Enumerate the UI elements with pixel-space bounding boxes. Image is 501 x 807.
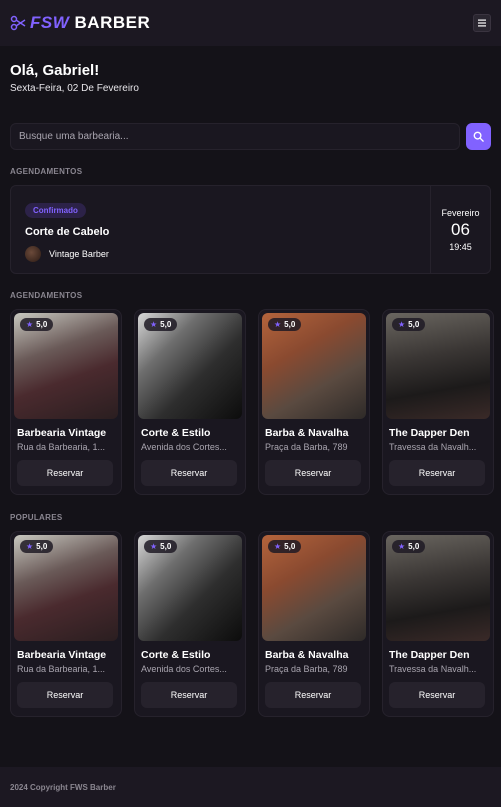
barbershop-card: ★ 5,0 Barbearia Vintage Rua da Barbearia,… — [10, 531, 122, 717]
barbershop-image[interactable]: ★ 5,0 — [138, 313, 242, 419]
status-badge: Confirmado — [25, 203, 86, 218]
barbershop-name: Corte & Estilo — [141, 427, 211, 439]
bookings-section-title: AGENDAMENTOS — [10, 167, 83, 176]
barbershop-card: ★ 5,0 The Dapper Den Travessa da Navalh..… — [382, 309, 494, 495]
barbershop-card: ★ 5,0 Corte & Estilo Avenida dos Cortes..… — [134, 531, 246, 717]
reserve-button[interactable]: Reservar — [265, 460, 361, 486]
star-icon: ★ — [274, 320, 282, 329]
reserve-button[interactable]: Reservar — [17, 682, 113, 708]
greeting-title: Olá, Gabriel! — [10, 62, 100, 79]
search-button[interactable] — [466, 123, 491, 150]
footer: 2024 Copyright FWS Barber — [0, 767, 501, 807]
barbershop-image[interactable]: ★ 5,0 — [262, 313, 366, 419]
header: FSW BARBER — [0, 0, 501, 46]
barbershop-image[interactable]: ★ 5,0 — [14, 535, 118, 641]
booking-month: Fevereiro — [441, 207, 480, 218]
barbershop-card: ★ 5,0 Barba & Navalha Praça da Barba, 789… — [258, 309, 370, 495]
recommended-section-title: AGENDAMENTOS — [10, 291, 83, 300]
rating-badge: ★ 5,0 — [20, 540, 54, 553]
barbershop-address: Rua da Barbearia, 1... — [17, 664, 106, 674]
barbershop-name: Barbearia Vintage — [17, 427, 107, 439]
logo[interactable]: FSW BARBER — [10, 13, 150, 33]
barbershop-name: Barba & Navalha — [265, 649, 349, 661]
star-icon: ★ — [26, 320, 34, 329]
barbershop-name: Barba & Navalha — [265, 427, 349, 439]
barbershop-image[interactable]: ★ 5,0 — [262, 535, 366, 641]
greeting: Olá, Gabriel! Sexta-Feira, 02 De Feverei… — [10, 62, 139, 94]
barbershop-card: ★ 5,0 The Dapper Den Travessa da Navalh..… — [382, 531, 494, 717]
booking-shop: Vintage Barber — [25, 246, 416, 262]
recommended-row: ★ 5,0 Barbearia Vintage Rua da Barbearia,… — [10, 309, 494, 495]
menu-icon — [478, 19, 486, 27]
rating-value: 5,0 — [160, 542, 172, 551]
popular-row: ★ 5,0 Barbearia Vintage Rua da Barbearia,… — [10, 531, 494, 717]
barbershop-address: Travessa da Navalh... — [389, 664, 477, 674]
rating-badge: ★ 5,0 — [392, 318, 426, 331]
popular-section-title: POPULARES — [10, 513, 63, 522]
barbershop-name: Corte & Estilo — [141, 649, 211, 661]
reserve-button[interactable]: Reservar — [389, 460, 485, 486]
rating-value: 5,0 — [160, 320, 172, 329]
barbershop-card: ★ 5,0 Barba & Navalha Praça da Barba, 789… — [258, 531, 370, 717]
barbershop-card: ★ 5,0 Corte & Estilo Avenida dos Cortes..… — [134, 309, 246, 495]
logo-accent: FSW — [30, 13, 70, 32]
scissors-icon — [10, 15, 26, 31]
barbershop-name: Barbearia Vintage — [17, 649, 107, 661]
reserve-button[interactable]: Reservar — [141, 460, 237, 486]
rating-value: 5,0 — [36, 320, 48, 329]
barbershop-address: Avenida dos Cortes... — [141, 442, 227, 452]
star-icon: ★ — [274, 542, 282, 551]
greeting-date: Sexta-Feira, 02 De Fevereiro — [10, 83, 139, 94]
rating-value: 5,0 — [408, 542, 420, 551]
booking-date: Fevereiro 06 19:45 — [430, 186, 490, 273]
reserve-button[interactable]: Reservar — [17, 460, 113, 486]
rating-badge: ★ 5,0 — [392, 540, 426, 553]
reserve-button[interactable]: Reservar — [141, 682, 237, 708]
search-icon — [473, 131, 484, 142]
booking-service: Corte de Cabelo — [25, 226, 110, 238]
rating-badge: ★ 5,0 — [268, 540, 302, 553]
rating-value: 5,0 — [408, 320, 420, 329]
rating-badge: ★ 5,0 — [20, 318, 54, 331]
booking-card[interactable]: Confirmado Corte de Cabelo Vintage Barbe… — [10, 185, 491, 274]
search-bar — [10, 123, 491, 150]
barbershop-image[interactable]: ★ 5,0 — [386, 313, 490, 419]
barbershop-address: Rua da Barbearia, 1... — [17, 442, 106, 452]
booking-shop-name: Vintage Barber — [49, 249, 109, 259]
star-icon: ★ — [150, 542, 158, 551]
rating-badge: ★ 5,0 — [268, 318, 302, 331]
booking-details: Confirmado Corte de Cabelo Vintage Barbe… — [11, 186, 430, 273]
star-icon: ★ — [398, 320, 406, 329]
barbershop-image[interactable]: ★ 5,0 — [14, 313, 118, 419]
search-input[interactable] — [10, 123, 460, 150]
barbershop-address: Travessa da Navalh... — [389, 442, 477, 452]
logo-word: BARBER — [74, 13, 151, 32]
booking-time: 19:45 — [449, 241, 472, 252]
reserve-button[interactable]: Reservar — [265, 682, 361, 708]
logo-text: FSW BARBER — [30, 13, 150, 33]
rating-badge: ★ 5,0 — [144, 318, 178, 331]
footer-text: 2024 Copyright FWS Barber — [10, 782, 116, 792]
menu-button[interactable] — [473, 14, 491, 32]
shop-avatar — [25, 246, 41, 262]
barbershop-name: The Dapper Den — [389, 427, 470, 439]
rating-value: 5,0 — [36, 542, 48, 551]
barbershop-image[interactable]: ★ 5,0 — [138, 535, 242, 641]
barbershop-image[interactable]: ★ 5,0 — [386, 535, 490, 641]
star-icon: ★ — [150, 320, 158, 329]
barbershop-card: ★ 5,0 Barbearia Vintage Rua da Barbearia,… — [10, 309, 122, 495]
barbershop-address: Praça da Barba, 789 — [265, 442, 348, 452]
barbershop-name: The Dapper Den — [389, 649, 470, 661]
star-icon: ★ — [26, 542, 34, 551]
rating-value: 5,0 — [284, 320, 296, 329]
rating-value: 5,0 — [284, 542, 296, 551]
barbershop-address: Avenida dos Cortes... — [141, 664, 227, 674]
barbershop-address: Praça da Barba, 789 — [265, 664, 348, 674]
star-icon: ★ — [398, 542, 406, 551]
booking-day: 06 — [451, 219, 470, 239]
rating-badge: ★ 5,0 — [144, 540, 178, 553]
reserve-button[interactable]: Reservar — [389, 682, 485, 708]
